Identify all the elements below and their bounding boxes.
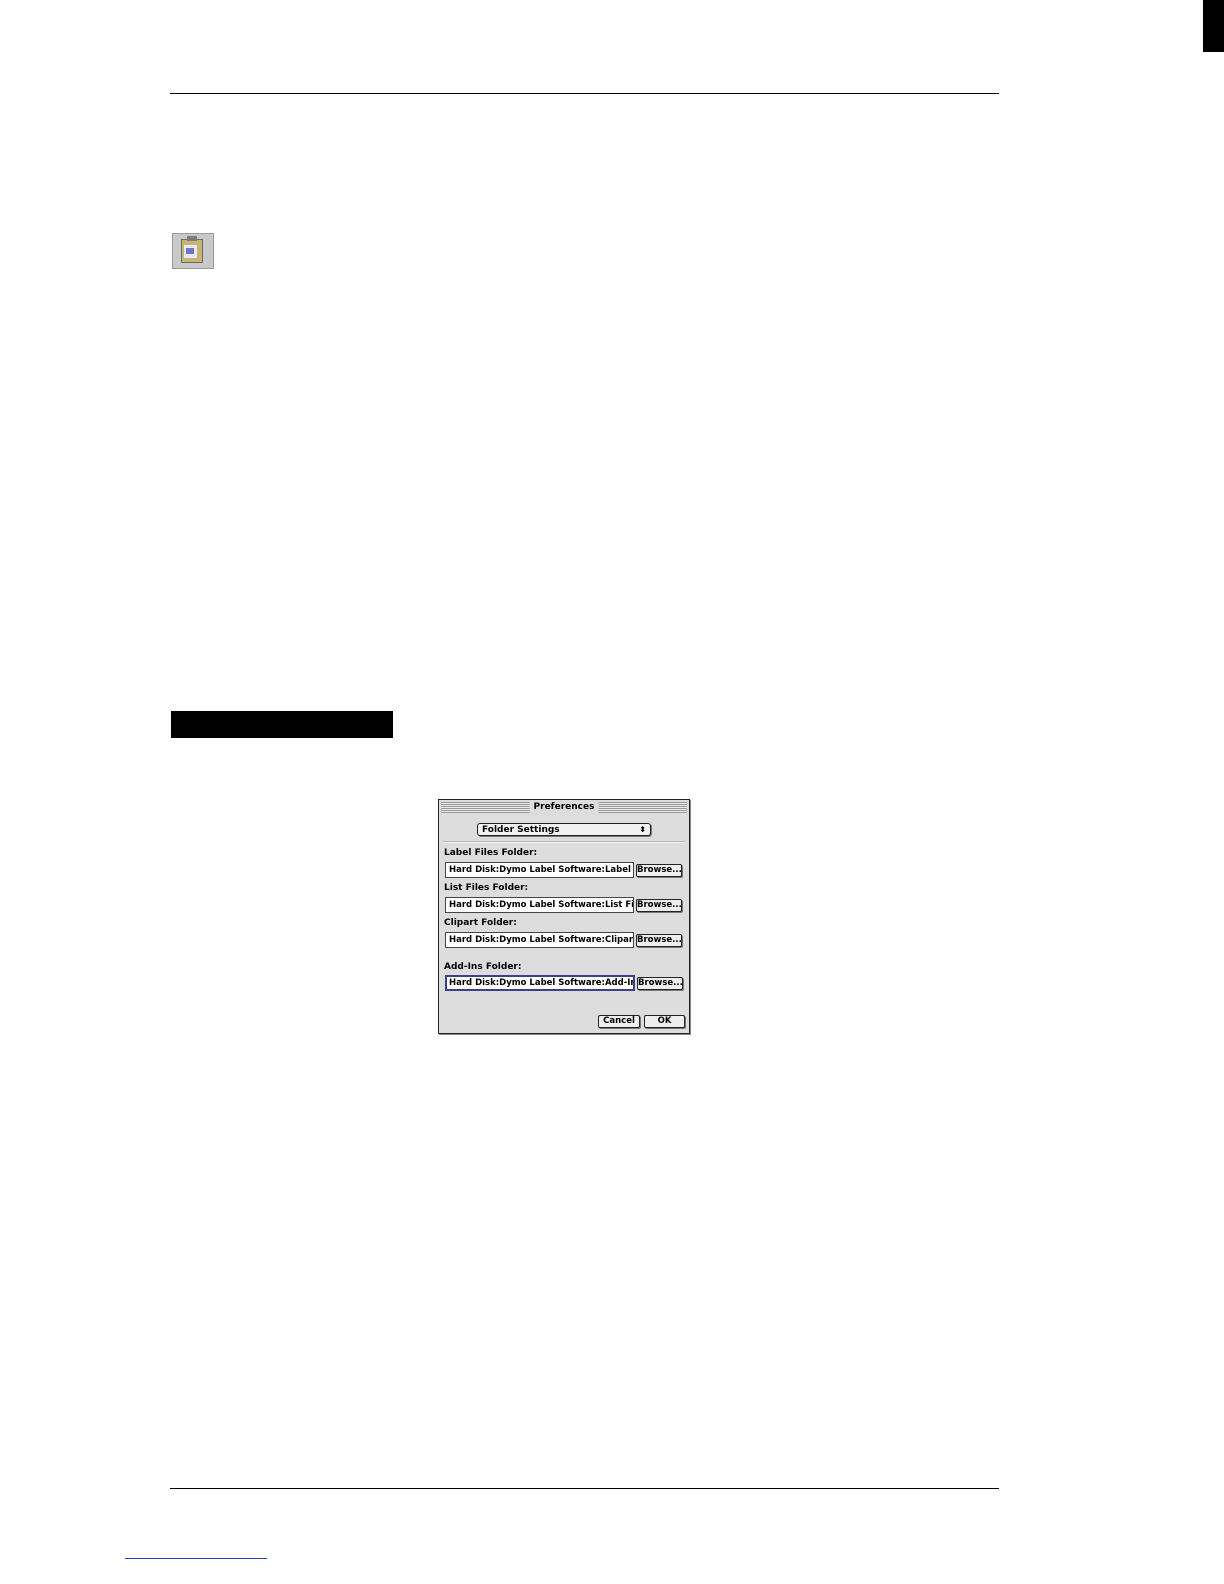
ok-button[interactable]: OK	[644, 1015, 685, 1028]
list-files-folder-label: List Files Folder:	[444, 883, 529, 893]
footer-rule	[170, 1488, 999, 1489]
label-files-folder-field[interactable]: Hard Disk:Dymo Label Software:Label File	[445, 862, 634, 878]
clipboard-paper-mark	[186, 248, 194, 254]
footer-link-underline[interactable]	[125, 1558, 267, 1559]
dialog-title: Preferences	[529, 801, 599, 813]
add-ins-browse-button[interactable]: Browse...	[637, 977, 683, 990]
popup-selected-value: Folder Settings	[482, 825, 560, 835]
section-heading-bar	[171, 711, 393, 738]
paste-icon	[172, 233, 214, 269]
clipart-folder-label: Clipart Folder:	[444, 918, 517, 928]
clipboard-clip	[187, 236, 197, 241]
cancel-button[interactable]: Cancel	[598, 1015, 640, 1028]
label-files-browse-button[interactable]: Browse...	[636, 864, 682, 877]
page-edge-tab	[1203, 0, 1224, 52]
settings-popup-menu[interactable]: Folder Settings ⬍	[477, 823, 651, 836]
add-ins-folder-label: Add-Ins Folder:	[444, 962, 522, 972]
dialog-divider	[443, 841, 685, 843]
clipart-folder-field[interactable]: Hard Disk:Dymo Label Software:Clipart	[445, 932, 634, 948]
preferences-dialog: Preferences Folder Settings ⬍ Label File…	[438, 799, 690, 1034]
popup-arrows-icon: ⬍	[639, 825, 646, 834]
label-files-folder-label: Label Files Folder:	[444, 848, 538, 858]
list-files-folder-field[interactable]: Hard Disk:Dymo Label Software:List Files	[445, 897, 634, 913]
dialog-titlebar[interactable]: Preferences	[441, 801, 687, 813]
list-files-browse-button[interactable]: Browse...	[636, 899, 682, 912]
add-ins-folder-field[interactable]: Hard Disk:Dymo Label Software:Add-Ins	[445, 975, 635, 991]
clipart-browse-button[interactable]: Browse...	[636, 934, 682, 947]
header-rule	[170, 93, 999, 94]
